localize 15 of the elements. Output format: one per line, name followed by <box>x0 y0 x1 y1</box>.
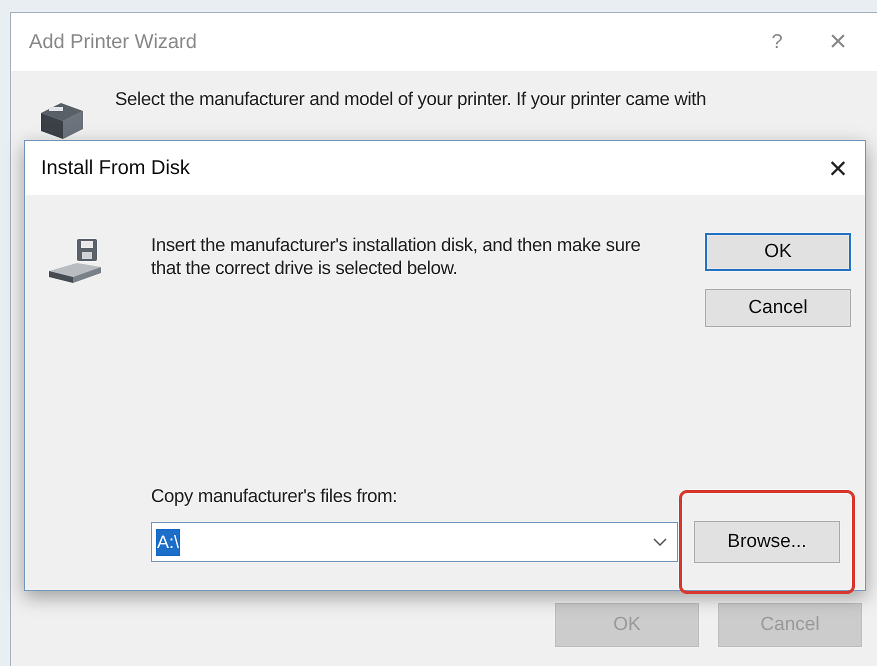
close-button[interactable]: × <box>823 152 853 184</box>
window-title: Add Printer Wizard <box>29 30 198 55</box>
browse-button[interactable]: Browse... <box>694 521 840 563</box>
cancel-button[interactable]: Cancel <box>705 289 851 327</box>
ok-button[interactable]: OK <box>705 233 851 271</box>
field-label: Copy manufacturer's files from: <box>151 484 398 508</box>
chevron-down-icon[interactable] <box>653 538 667 546</box>
help-button[interactable]: ? <box>757 27 797 57</box>
disk-drive-icon <box>47 237 103 285</box>
dialog-title: Install From Disk <box>41 156 191 181</box>
instruction-text: Select the manufacturer and model of your printer. If your printer came with <box>115 87 706 111</box>
selected-path-text: A:\ <box>156 528 180 556</box>
path-combo-box[interactable]: A:\ <box>151 522 678 562</box>
close-button[interactable]: × <box>823 27 853 57</box>
message-text: Insert the manufacturer's installation disk, and then make sure that the correct drive is selected below. <box>151 233 642 280</box>
